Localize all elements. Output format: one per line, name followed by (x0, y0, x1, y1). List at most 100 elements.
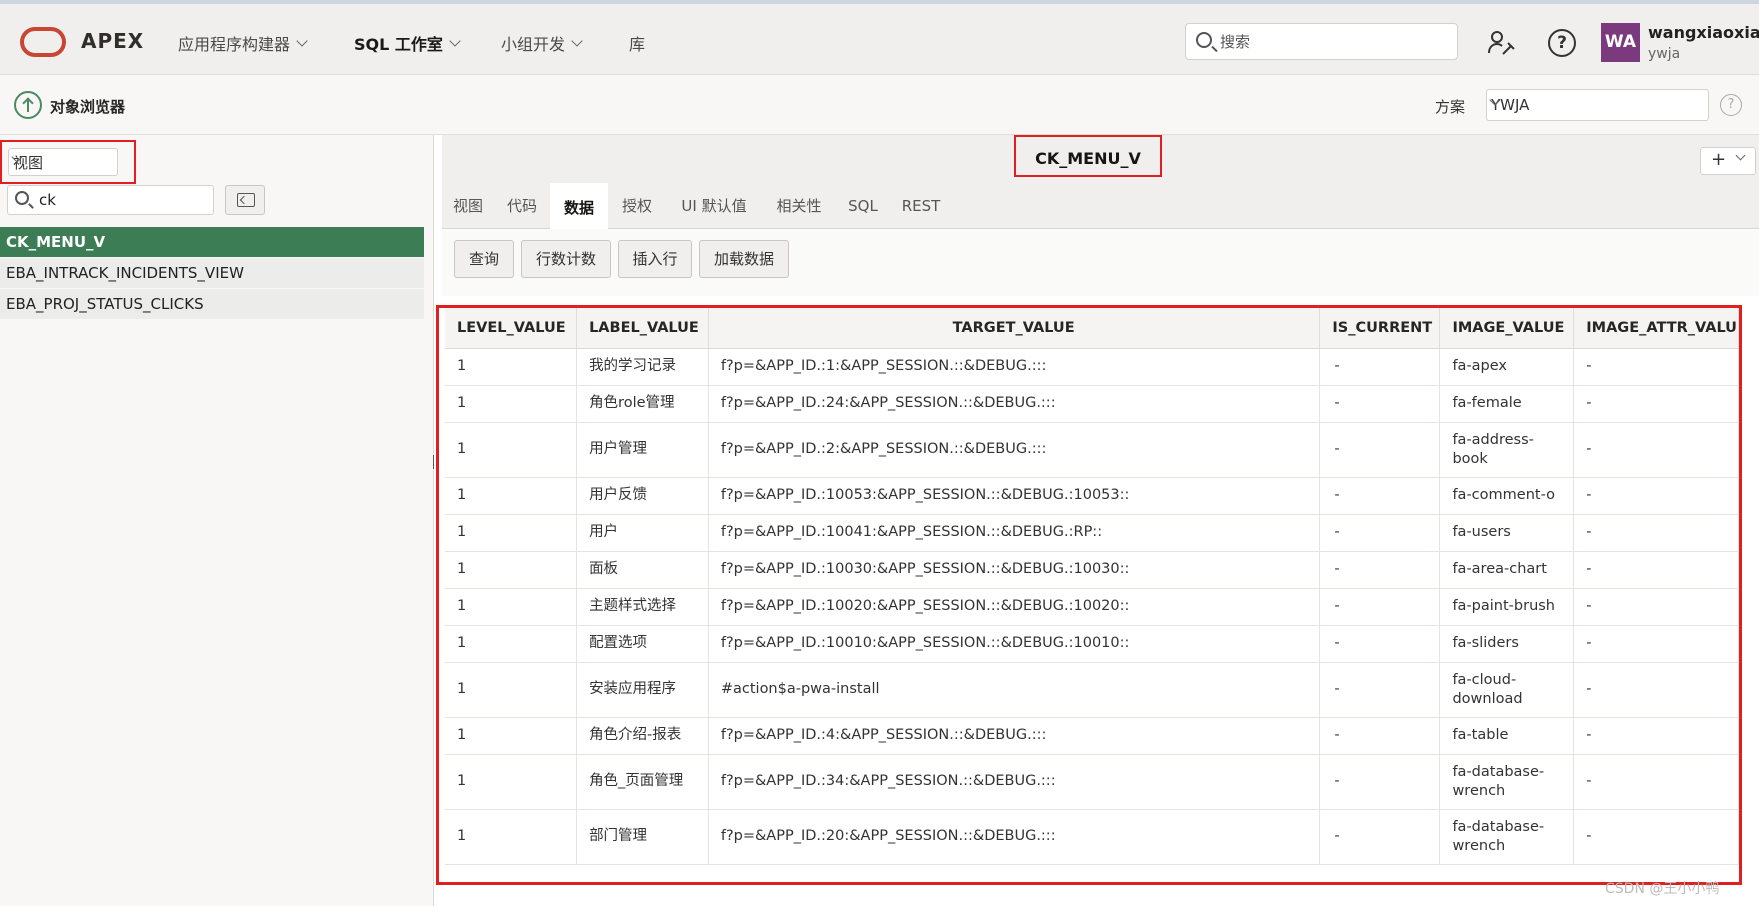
table-cell[interactable]: 角色role管理 (576, 385, 709, 423)
table-cell[interactable]: - (1573, 551, 1739, 589)
table-cell[interactable]: - (1319, 662, 1441, 718)
table-cell[interactable]: - (1319, 625, 1441, 663)
table-cell[interactable]: fa-users (1439, 514, 1575, 552)
object-filter-input[interactable] (37, 189, 207, 211)
table-cell[interactable]: 1 (445, 514, 578, 552)
table-cell[interactable]: 1 (445, 809, 578, 865)
object-type-select[interactable]: 视图 (8, 148, 118, 176)
insert-row-button[interactable]: 插入行 (618, 240, 692, 278)
table-cell[interactable]: #action$a-pwa-install (708, 662, 1321, 718)
table-cell[interactable]: - (1573, 625, 1739, 663)
table-cell[interactable]: fa-sliders (1439, 625, 1575, 663)
table-cell[interactable]: 主题样式选择 (576, 588, 709, 626)
tab-view[interactable]: 视图 (442, 183, 494, 229)
table-cell[interactable]: 1 (445, 348, 578, 386)
tab-data[interactable]: 数据 (550, 183, 608, 229)
table-cell[interactable]: f?p=&APP_ID.:10010:&APP_SESSION.::&DEBUG… (708, 625, 1321, 663)
table-cell[interactable]: - (1319, 422, 1441, 478)
table-cell[interactable]: fa-comment-o (1439, 477, 1575, 515)
table-cell[interactable]: fa-apex (1439, 348, 1575, 386)
query-button[interactable]: 查询 (454, 240, 514, 278)
table-cell[interactable]: - (1573, 514, 1739, 552)
table-cell[interactable]: 1 (445, 625, 578, 663)
object-list-item[interactable]: EBA_PROJ_STATUS_CLICKS (0, 289, 424, 320)
tab-dependencies[interactable]: 相关性 (762, 183, 836, 229)
table-cell[interactable]: - (1319, 514, 1441, 552)
tab-ui-defaults[interactable]: UI 默认值 (666, 183, 762, 229)
table-cell[interactable]: - (1573, 717, 1739, 755)
table-cell[interactable]: 角色介绍-报表 (576, 717, 709, 755)
table-cell[interactable]: 1 (445, 477, 578, 515)
nav-team-development[interactable]: 小组开发 (501, 31, 583, 55)
table-cell[interactable]: fa-database-wrench (1439, 754, 1575, 810)
column-header[interactable]: IMAGE_VALUE (1439, 308, 1575, 349)
load-data-button[interactable]: 加载数据 (699, 240, 789, 278)
oracle-logo-icon[interactable] (20, 27, 66, 57)
table-cell[interactable]: 1 (445, 422, 578, 478)
table-cell[interactable]: - (1573, 662, 1739, 718)
reset-filter-button[interactable] (225, 185, 265, 215)
table-cell[interactable]: - (1573, 385, 1739, 423)
table-cell[interactable]: 配置选项 (576, 625, 709, 663)
help-icon[interactable]: ? (1548, 29, 1576, 57)
table-cell[interactable]: - (1573, 422, 1739, 478)
table-cell[interactable]: - (1319, 717, 1441, 755)
user-name[interactable]: wangxiaoxian (1648, 23, 1759, 42)
table-cell[interactable]: f?p=&APP_ID.:10041:&APP_SESSION.::&DEBUG… (708, 514, 1321, 552)
app-brand[interactable]: APEX (81, 29, 144, 53)
schema-help-icon[interactable]: ? (1720, 94, 1742, 116)
table-cell[interactable]: f?p=&APP_ID.:24:&APP_SESSION.::&DEBUG.::… (708, 385, 1321, 423)
tab-grants[interactable]: 授权 (608, 183, 666, 229)
table-cell[interactable]: f?p=&APP_ID.:10020:&APP_SESSION.::&DEBUG… (708, 588, 1321, 626)
column-header[interactable]: IS_CURRENT (1319, 308, 1441, 349)
table-cell[interactable]: 用户 (576, 514, 709, 552)
create-object-button[interactable]: + (1700, 147, 1756, 175)
table-cell[interactable]: - (1573, 809, 1739, 865)
table-cell[interactable]: 我的学习记录 (576, 348, 709, 386)
up-arrow-icon[interactable] (14, 91, 42, 119)
table-cell[interactable]: 1 (445, 717, 578, 755)
table-cell[interactable]: - (1573, 754, 1739, 810)
column-header[interactable]: TARGET_VALUE (708, 308, 1321, 349)
table-cell[interactable]: - (1573, 348, 1739, 386)
avatar[interactable]: WA (1601, 23, 1640, 62)
table-cell[interactable]: f?p=&APP_ID.:34:&APP_SESSION.::&DEBUG.::… (708, 754, 1321, 810)
table-cell[interactable]: - (1319, 385, 1441, 423)
object-list-item[interactable]: EBA_INTRACK_INCIDENTS_VIEW (0, 258, 424, 289)
table-cell[interactable]: f?p=&APP_ID.:20:&APP_SESSION.::&DEBUG.::… (708, 809, 1321, 865)
nav-sql-workshop[interactable]: SQL 工作室 (354, 31, 461, 55)
table-cell[interactable]: fa-female (1439, 385, 1575, 423)
nav-gallery[interactable]: 库 (629, 31, 645, 55)
table-cell[interactable]: 面板 (576, 551, 709, 589)
table-cell[interactable]: f?p=&APP_ID.:10030:&APP_SESSION.::&DEBUG… (708, 551, 1321, 589)
table-cell[interactable]: fa-database-wrench (1439, 809, 1575, 865)
table-cell[interactable]: 1 (445, 754, 578, 810)
tab-code[interactable]: 代码 (494, 183, 550, 229)
table-cell[interactable]: 用户管理 (576, 422, 709, 478)
nav-app-builder[interactable]: 应用程序构建器 (178, 31, 308, 55)
column-header[interactable]: LEVEL_VALUE (445, 308, 578, 349)
table-cell[interactable]: 用户反馈 (576, 477, 709, 515)
table-cell[interactable]: 1 (445, 551, 578, 589)
table-cell[interactable]: - (1319, 551, 1441, 589)
table-cell[interactable]: 安装应用程序 (576, 662, 709, 718)
table-cell[interactable]: 1 (445, 662, 578, 718)
column-header[interactable]: LABEL_VALUE (576, 308, 709, 349)
object-list-item[interactable]: CK_MENU_V (0, 227, 424, 258)
schema-select[interactable]: YWJA (1486, 89, 1709, 121)
table-cell[interactable]: f?p=&APP_ID.:4:&APP_SESSION.::&DEBUG.::: (708, 717, 1321, 755)
tab-sql[interactable]: SQL (836, 183, 890, 229)
table-cell[interactable]: fa-paint-brush (1439, 588, 1575, 626)
table-cell[interactable]: - (1319, 348, 1441, 386)
search-input[interactable] (1218, 30, 1448, 54)
column-header[interactable]: IMAGE_ATTR_VALU (1573, 308, 1739, 349)
table-cell[interactable]: 部门管理 (576, 809, 709, 865)
tab-rest[interactable]: REST (890, 183, 952, 229)
table-cell[interactable]: fa-area-chart (1439, 551, 1575, 589)
table-cell[interactable]: - (1573, 588, 1739, 626)
table-cell[interactable]: f?p=&APP_ID.:2:&APP_SESSION.::&DEBUG.::: (708, 422, 1321, 478)
table-cell[interactable]: fa-address-book (1439, 422, 1575, 478)
table-cell[interactable]: 1 (445, 385, 578, 423)
user-help-icon[interactable] (1487, 29, 1515, 57)
table-cell[interactable]: - (1319, 754, 1441, 810)
